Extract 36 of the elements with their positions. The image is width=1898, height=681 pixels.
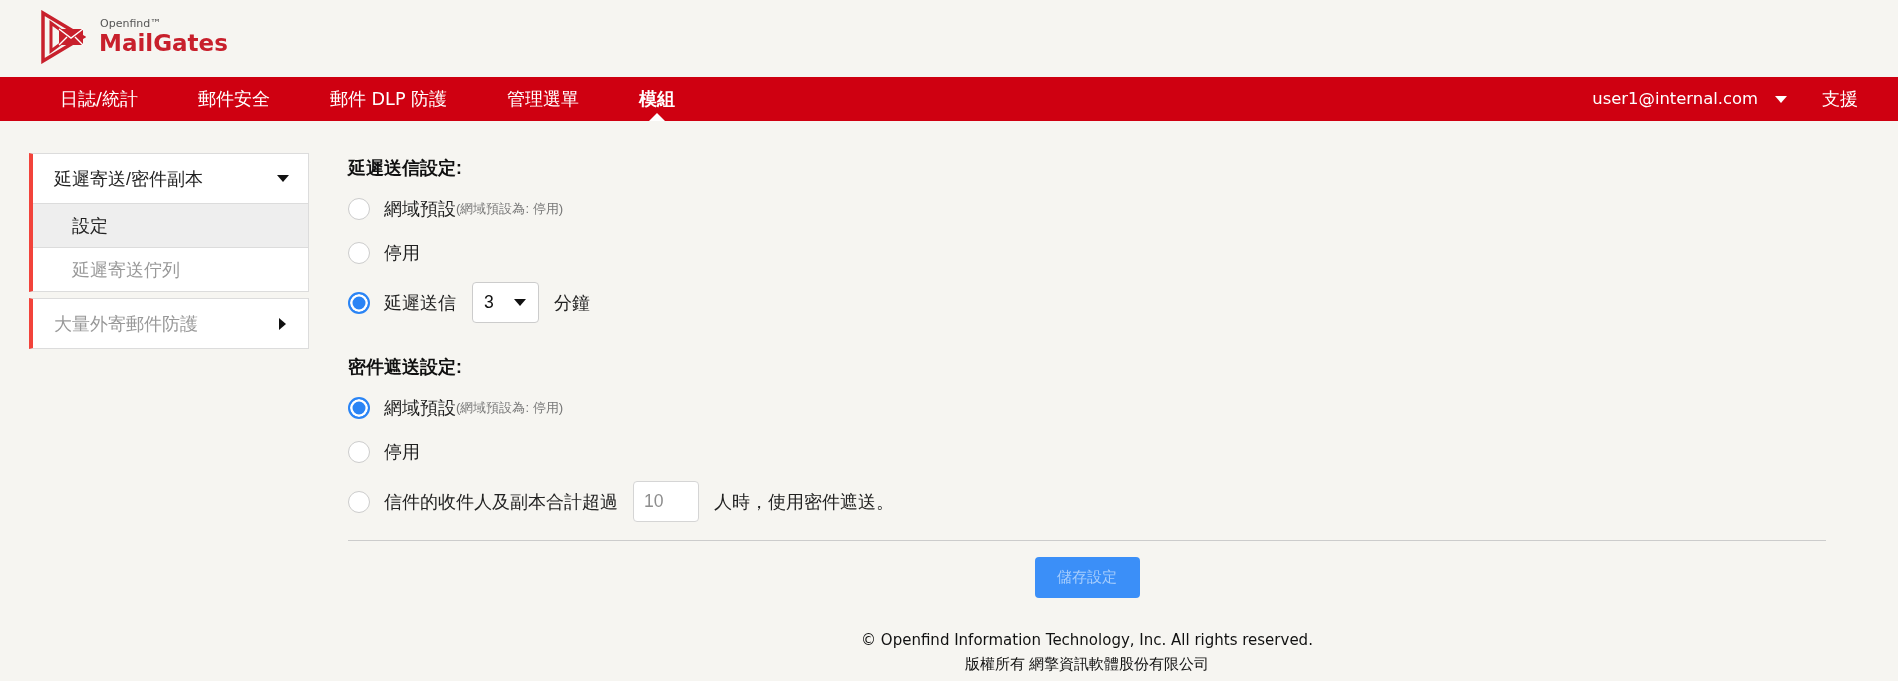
caret-down-icon [514,299,526,306]
option-suffix: 人時，使用密件遮送。 [714,490,894,513]
option-note: (網域預設為: 停用) [456,399,564,417]
section-title: 密件遮送設定: [348,356,462,378]
option-label: 信件的收件人及副本合計超過 [384,490,618,513]
radio-button[interactable] [348,242,370,264]
section-title: 延遲送信設定: [348,157,462,179]
caret-down-icon [1775,95,1787,103]
option-label: 網域預設 [384,397,456,419]
logo-subtitle: Openfind™ [100,17,162,30]
sidebar-item[interactable]: 設定 [33,203,308,247]
logo-title: MailGates [99,30,228,56]
logo-icon [40,10,86,64]
option-label: 延遲送信 [384,291,456,314]
triangle-icon [649,113,666,121]
option-label: 停用 [384,441,420,463]
radio-button[interactable] [348,291,370,314]
option-label: 網域預設 [384,198,456,220]
copyright-text: © Openfind Information Technology, Inc. All rights reserved. [861,630,1313,651]
radio-button[interactable] [348,198,370,220]
support-link[interactable]: 支援 [1822,88,1858,110]
minutes-dropdown[interactable]: 3 [472,282,539,323]
nav-tab[interactable]: 郵件安全 [197,88,270,110]
option-suffix: 分鐘 [554,291,590,314]
radio-button[interactable] [348,397,370,419]
nav-tab[interactable]: 郵件 DLP 防護 [329,88,448,110]
user-menu[interactable]: user1@internal.com [1592,88,1787,110]
radio-button[interactable] [348,441,370,463]
nav-tab[interactable]: 模組 [639,88,676,110]
option-note: (網域預設為: 停用) [456,200,564,218]
company-name-text: 版權所有 網擎資訊軟體股份有限公司 [964,654,1210,675]
sidebar-group-header[interactable]: 大量外寄郵件防護 [33,299,308,348]
nav-tab[interactable]: 日誌/統計 [60,88,138,110]
sidebar-group-header[interactable]: 延遲寄送/密件副本 [33,154,308,203]
nav-tab[interactable]: 管理選單 [507,88,580,110]
option-label: 停用 [384,242,420,264]
